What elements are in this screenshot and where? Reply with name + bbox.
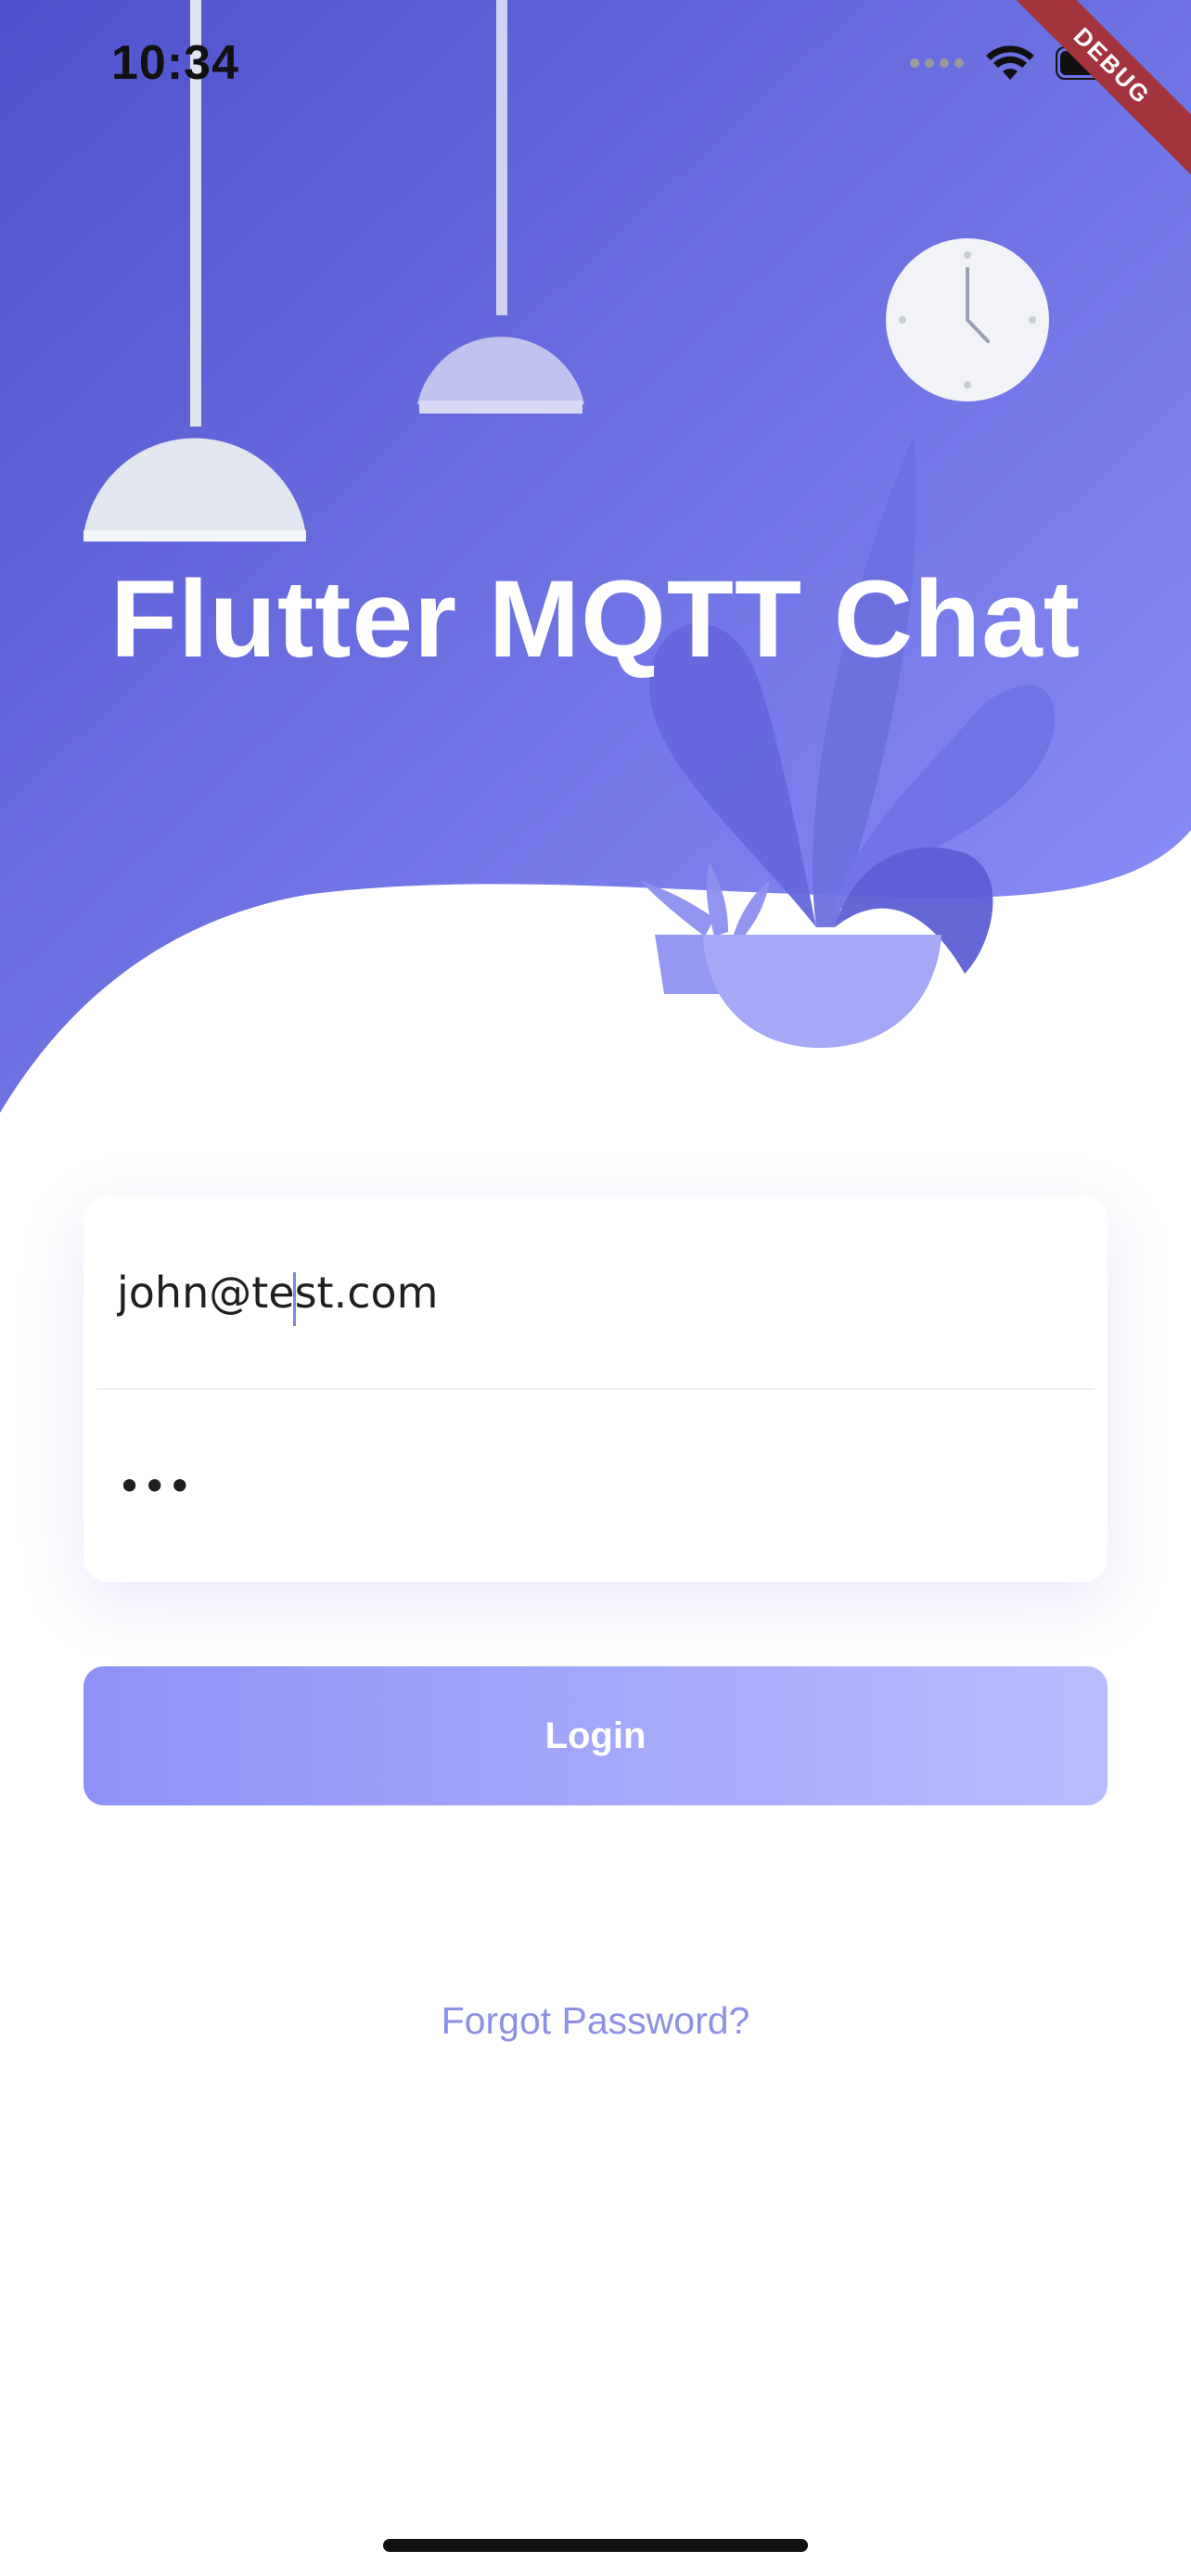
hero-header: 10:34 DEBUG Flutter MQTT Chat xyxy=(0,0,1191,1141)
large-pot xyxy=(703,935,941,1048)
login-button-label: Login xyxy=(544,1715,647,1756)
forgot-password-link[interactable]: Forgot Password? xyxy=(0,1999,1191,2043)
login-button[interactable]: Login xyxy=(83,1666,1108,1805)
email-field[interactable] xyxy=(83,1196,1108,1388)
wifi-icon xyxy=(986,45,1034,80)
status-time: 10:34 xyxy=(111,36,239,90)
login-card xyxy=(83,1196,1108,1582)
home-indicator xyxy=(383,2539,808,2552)
password-input[interactable] xyxy=(117,1390,1072,1582)
app-title: Flutter MQTT Chat xyxy=(109,558,1082,681)
password-field[interactable] xyxy=(83,1390,1108,1582)
text-caret xyxy=(293,1272,296,1326)
cellular-signal-icon xyxy=(910,58,964,68)
lamp-cord-center xyxy=(496,0,507,315)
email-input[interactable] xyxy=(117,1196,1072,1388)
login-screen: 10:34 DEBUG Flutter MQTT Chat john@test.… xyxy=(0,0,1191,2576)
